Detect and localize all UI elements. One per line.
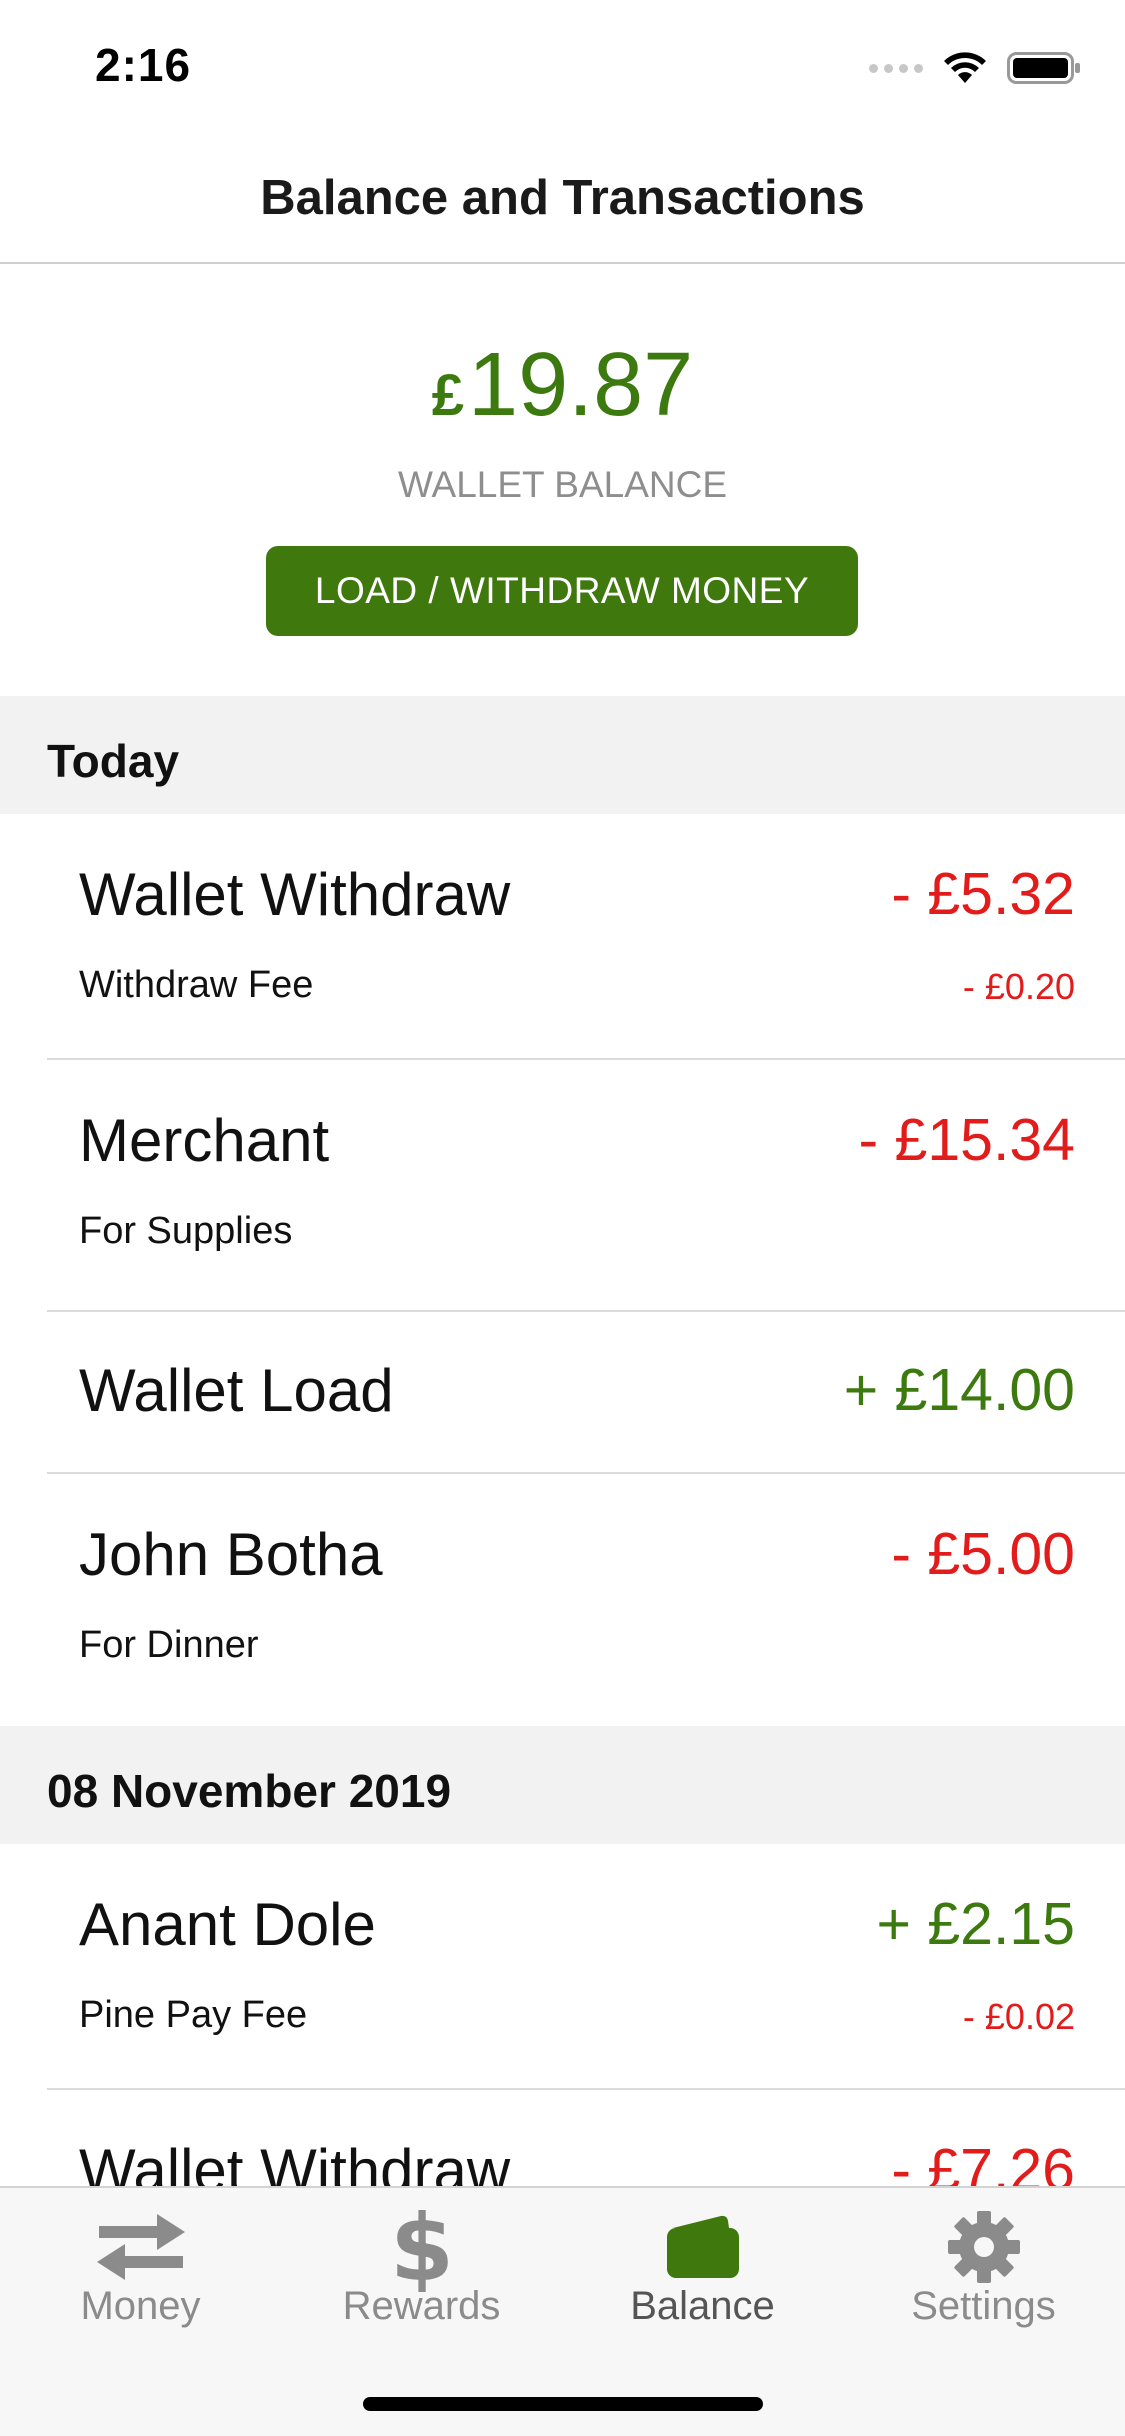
transfer-arrows-icon bbox=[91, 2202, 191, 2292]
transaction-title: Wallet Withdraw bbox=[79, 861, 511, 928]
currency-symbol: £ bbox=[431, 363, 465, 428]
transaction-title: John Botha bbox=[79, 1521, 383, 1588]
wallet-balance-amount: £19.87 bbox=[0, 334, 1125, 437]
gear-icon bbox=[934, 2202, 1034, 2292]
transaction-title: Merchant bbox=[79, 1107, 330, 1174]
transaction-amount: + £14.00 bbox=[843, 1357, 1075, 1423]
load-withdraw-money-button[interactable]: LOAD / WITHDRAW MONEY bbox=[266, 546, 858, 636]
transaction-row[interactable]: Merchant - £15.34 For Supplies bbox=[0, 1060, 1125, 1312]
transaction-amount: - £5.00 bbox=[891, 1521, 1075, 1587]
status-time: 2:16 bbox=[95, 39, 192, 91]
transaction-amount: - £15.34 bbox=[858, 1107, 1076, 1173]
transaction-subtitle: Pine Pay Fee bbox=[79, 1994, 308, 2036]
wifi-icon bbox=[944, 52, 986, 83]
svg-text:$: $ bbox=[392, 2202, 452, 2292]
section-header-label: 08 November 2019 bbox=[47, 1765, 452, 1817]
transaction-amount: - £5.32 bbox=[891, 861, 1075, 927]
tab-label: Settings bbox=[911, 2284, 1056, 2328]
navigation-bar: Balance and Transactions bbox=[0, 132, 1125, 264]
cellular-signal-icon bbox=[869, 63, 923, 73]
tab-rewards[interactable]: $ Rewards bbox=[281, 2188, 562, 2368]
wallet-balance-label: WALLET BALANCE bbox=[397, 464, 727, 505]
section-header-08-november-2019: 08 November 2019 bbox=[0, 1726, 1125, 1844]
status-icons bbox=[869, 48, 1081, 88]
section-header-today: Today bbox=[0, 696, 1125, 814]
transaction-row[interactable]: Anant Dole + £2.15 Pine Pay Fee - £0.02 bbox=[0, 1844, 1125, 2090]
tab-balance[interactable]: Balance bbox=[562, 2188, 843, 2368]
transaction-fee-amount: - £0.02 bbox=[962, 1996, 1075, 2037]
tab-label: Rewards bbox=[342, 2284, 501, 2328]
status-bar: 2:16 bbox=[0, 0, 1125, 132]
tab-money[interactable]: Money bbox=[0, 2188, 281, 2368]
transaction-subtitle: Withdraw Fee bbox=[79, 964, 314, 1006]
transaction-row[interactable]: Wallet Withdraw - £5.32 Withdraw Fee - £… bbox=[0, 814, 1125, 1060]
transaction-row[interactable]: Wallet Load + £14.00 bbox=[0, 1312, 1125, 1474]
dollar-icon: $ bbox=[372, 2202, 472, 2292]
tab-label: Money bbox=[80, 2284, 201, 2328]
transaction-subtitle: For Dinner bbox=[79, 1624, 259, 1666]
battery-icon bbox=[1007, 52, 1080, 84]
transaction-title: Anant Dole bbox=[79, 1891, 376, 1958]
balance-value: 19.87 bbox=[468, 335, 694, 435]
transaction-amount: + £2.15 bbox=[876, 1891, 1076, 1957]
home-indicator[interactable] bbox=[363, 2397, 763, 2411]
transaction-row[interactable]: John Botha - £5.00 For Dinner bbox=[0, 1474, 1125, 1726]
tab-label: Balance bbox=[630, 2284, 775, 2328]
transaction-title: Wallet Load bbox=[79, 1357, 394, 1424]
transactions-list[interactable]: Today Wallet Withdraw - £5.32 Withdraw F… bbox=[0, 696, 1125, 2290]
tab-settings[interactable]: Settings bbox=[843, 2188, 1124, 2368]
page-title: Balance and Transactions bbox=[260, 171, 865, 225]
transaction-subtitle: For Supplies bbox=[79, 1210, 293, 1252]
wallet-balance-section: £19.87 WALLET BALANCE LOAD / WITHDRAW MO… bbox=[0, 264, 1125, 696]
transaction-fee-amount: - £0.20 bbox=[962, 966, 1075, 1007]
section-header-label: Today bbox=[47, 735, 180, 787]
wallet-icon bbox=[653, 2202, 753, 2292]
